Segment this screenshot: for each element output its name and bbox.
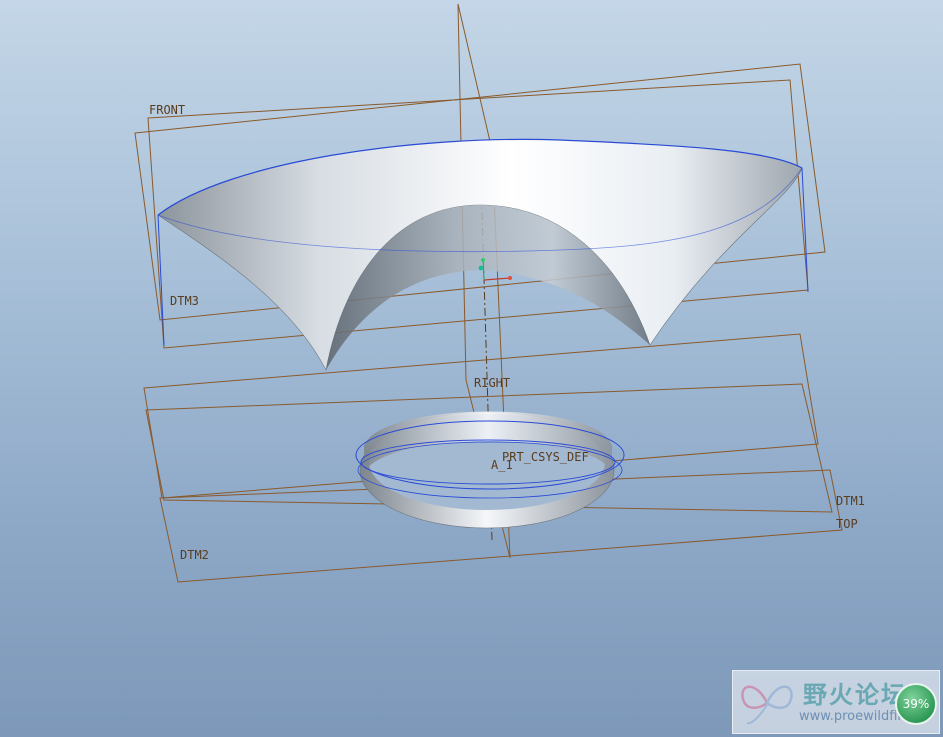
dtm1-label: DTM1: [836, 494, 865, 508]
top-label: TOP: [836, 517, 858, 531]
dtm3-label: DTM3: [170, 294, 199, 308]
horn-surface[interactable]: [157, 138, 809, 371]
watermark-title: 野火论坛: [803, 681, 907, 709]
butterfly-logo-icon: [741, 685, 793, 725]
zoom-percentage-badge: 39%: [895, 683, 937, 725]
model-viewport[interactable]: FRONT DTM3 RIGHT PRT_CSYS_DEF A_1 DTM1 T…: [0, 0, 943, 737]
ring-band[interactable]: [355, 411, 625, 529]
axis-label: A_1: [491, 458, 513, 472]
front-label: FRONT: [149, 103, 185, 117]
dtm2-label: DTM2: [180, 548, 209, 562]
csys-label: PRT_CSYS_DEF: [502, 450, 589, 464]
right-label: RIGHT: [474, 376, 510, 390]
